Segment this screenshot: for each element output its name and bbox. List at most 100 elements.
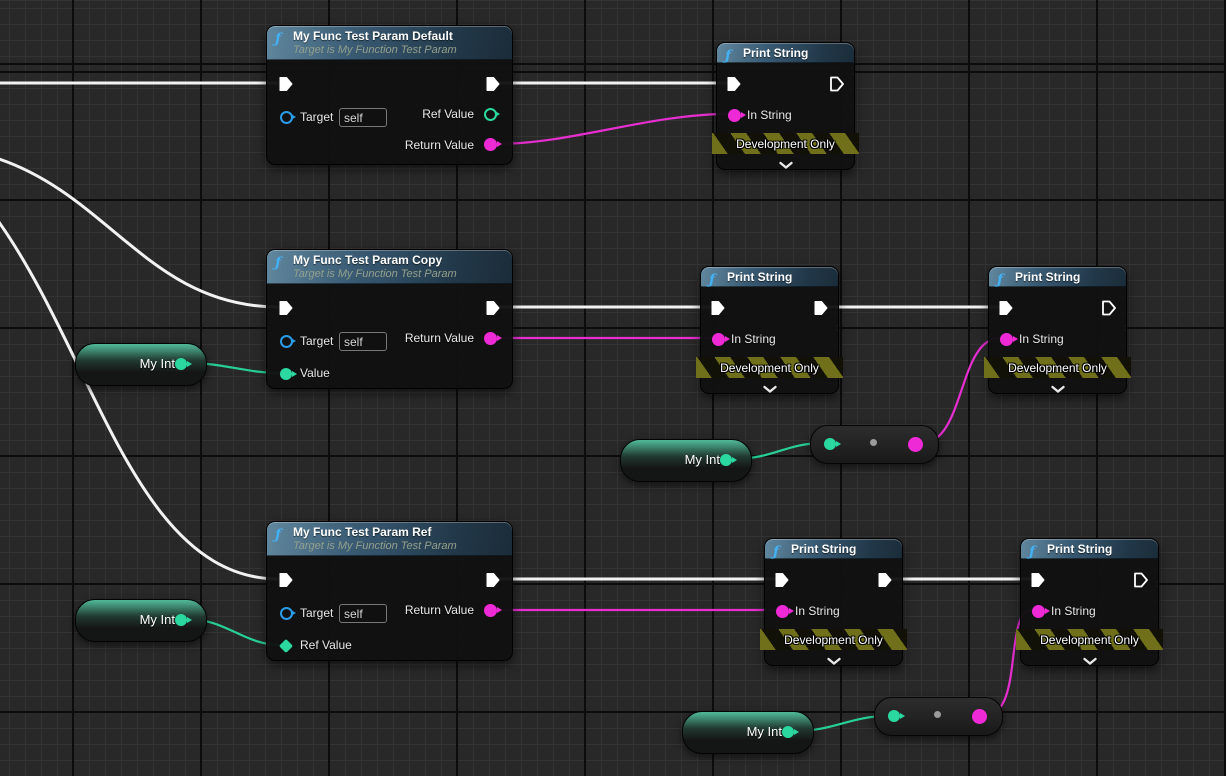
node-title: Print String (743, 46, 846, 60)
exec-out-pin[interactable] (830, 76, 844, 92)
node-header[interactable]: Print String (1021, 539, 1158, 559)
conversion-dot-icon (934, 711, 941, 718)
dev-only-label: Development Only (720, 361, 819, 375)
return-value-pin-label: Return Value (405, 138, 474, 152)
dev-only-label: Development Only (736, 137, 835, 151)
in-string-pin-label: In String (1051, 604, 1096, 618)
return-value-pin-label: Return Value (405, 331, 474, 345)
node-subtitle: Target is My Function Test Param (293, 44, 504, 56)
node-title: Print String (1015, 270, 1118, 284)
chevron-down-icon[interactable] (778, 157, 794, 166)
exec-in-pin[interactable] (999, 300, 1013, 316)
exec-out-pin[interactable] (814, 300, 828, 316)
function-icon (997, 271, 1011, 285)
exec-in-pin[interactable] (711, 300, 725, 316)
exec-in-pin[interactable] (1031, 572, 1045, 588)
in-string-pin[interactable] (1032, 605, 1045, 618)
variable-label: My Int (140, 612, 175, 627)
chevron-down-icon[interactable] (762, 381, 778, 390)
node-header[interactable]: My Func Test Param Copy Target is My Fun… (267, 250, 512, 284)
node-header[interactable]: Print String (717, 43, 854, 63)
exec-out-pin[interactable] (1134, 572, 1148, 588)
in-string-pin[interactable] (712, 333, 725, 346)
node-my-func-test-param-default[interactable]: My Func Test Param Default Target is My … (266, 25, 513, 165)
exec-in-pin[interactable] (279, 300, 293, 316)
return-value-pin[interactable] (484, 138, 497, 151)
node-header[interactable]: Print String (701, 267, 838, 287)
target-pin[interactable] (280, 111, 293, 124)
exec-out-pin[interactable] (1102, 300, 1116, 316)
node-my-int-getter-2[interactable]: My Int (620, 439, 752, 482)
conversion-output-pin[interactable] (972, 709, 987, 724)
function-icon (275, 526, 289, 540)
function-icon (275, 254, 289, 268)
node-int-to-string-conversion-1[interactable] (810, 425, 939, 464)
node-header[interactable]: My Func Test Param Default Target is My … (267, 26, 512, 60)
node-my-func-test-param-ref[interactable]: My Func Test Param Ref Target is My Func… (266, 521, 513, 661)
variable-label: My Int (685, 452, 720, 467)
exec-in-pin[interactable] (727, 76, 741, 92)
conversion-input-pin[interactable] (824, 438, 836, 450)
target-self-field[interactable] (339, 604, 387, 623)
my-int-output-pin[interactable] (782, 726, 794, 738)
in-string-pin[interactable] (1000, 333, 1013, 346)
node-subtitle: Target is My Function Test Param (293, 268, 504, 280)
node-title: My Func Test Param Copy (293, 253, 504, 267)
node-my-int-getter-1[interactable]: My Int (75, 343, 207, 386)
function-icon (725, 47, 739, 61)
return-value-pin[interactable] (484, 604, 497, 617)
node-print-string-3[interactable]: Print String In String Development Only (988, 266, 1127, 394)
dev-only-label: Development Only (784, 633, 883, 647)
dev-only-banner: Development Only (712, 133, 859, 154)
node-my-int-getter-3[interactable]: My Int (75, 599, 207, 642)
exec-out-pin[interactable] (486, 572, 500, 588)
blueprint-graph-canvas[interactable]: My Func Test Param Default Target is My … (0, 0, 1226, 776)
target-pin[interactable] (280, 607, 293, 620)
conversion-output-pin[interactable] (908, 437, 923, 452)
target-pin-label: Target (300, 606, 333, 620)
node-header[interactable]: Print String (989, 267, 1126, 287)
exec-out-pin[interactable] (878, 572, 892, 588)
node-print-string-1[interactable]: Print String In String Development Only (716, 42, 855, 170)
target-pin-label: Target (300, 110, 333, 124)
value-pin[interactable] (280, 368, 292, 380)
ref-value-pin[interactable] (484, 108, 497, 121)
chevron-down-icon[interactable] (826, 653, 842, 662)
node-header[interactable]: Print String (765, 539, 902, 559)
function-icon (275, 30, 289, 44)
in-string-pin[interactable] (776, 605, 789, 618)
target-self-field[interactable] (339, 108, 387, 127)
exec-out-pin[interactable] (486, 76, 500, 92)
node-print-string-4[interactable]: Print String In String Development Only (764, 538, 903, 666)
node-int-to-string-conversion-2[interactable] (874, 697, 1003, 736)
my-int-output-pin[interactable] (175, 614, 187, 626)
conversion-dot-icon (870, 439, 877, 446)
exec-in-pin[interactable] (279, 76, 293, 92)
exec-out-pin[interactable] (486, 300, 500, 316)
node-print-string-5[interactable]: Print String In String Development Only (1020, 538, 1159, 666)
node-print-string-2[interactable]: Print String In String Development Only (700, 266, 839, 394)
exec-in-pin[interactable] (279, 572, 293, 588)
in-string-pin-label: In String (747, 108, 792, 122)
node-my-func-test-param-copy[interactable]: My Func Test Param Copy Target is My Fun… (266, 249, 513, 389)
node-title: My Func Test Param Ref (293, 525, 504, 539)
target-pin[interactable] (280, 335, 293, 348)
node-title: My Func Test Param Default (293, 29, 504, 43)
conversion-input-pin[interactable] (888, 710, 900, 722)
node-subtitle: Target is My Function Test Param (293, 540, 504, 552)
function-icon (1029, 543, 1043, 557)
exec-in-pin[interactable] (775, 572, 789, 588)
my-int-output-pin[interactable] (720, 454, 732, 466)
ref-value-pin[interactable] (279, 639, 293, 653)
dev-only-label: Development Only (1008, 361, 1107, 375)
node-my-int-getter-4[interactable]: My Int (682, 711, 814, 754)
chevron-down-icon[interactable] (1050, 381, 1066, 390)
node-title: Print String (727, 270, 830, 284)
node-header[interactable]: My Func Test Param Ref Target is My Func… (267, 522, 512, 556)
return-value-pin[interactable] (484, 332, 497, 345)
target-self-field[interactable] (339, 332, 387, 351)
chevron-down-icon[interactable] (1082, 653, 1098, 662)
my-int-output-pin[interactable] (175, 358, 187, 370)
in-string-pin[interactable] (728, 109, 741, 122)
ref-value-pin-label: Ref Value (422, 107, 474, 121)
